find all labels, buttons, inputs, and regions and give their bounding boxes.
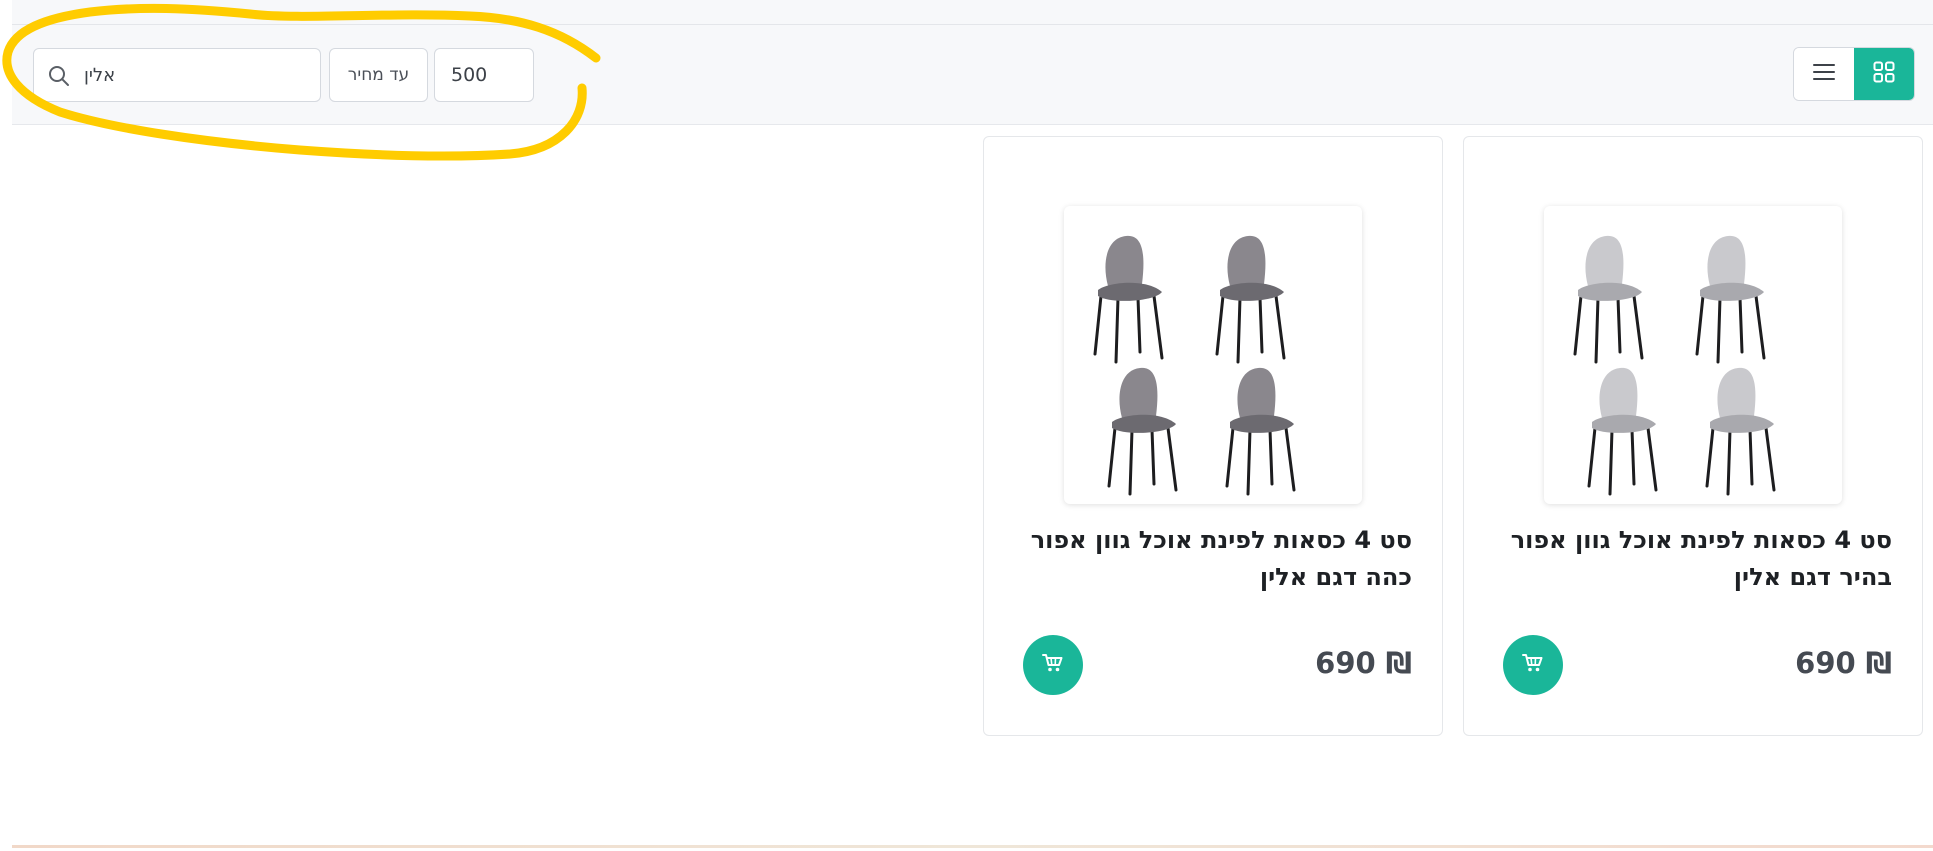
product-title[interactable]: סט 4 כסאות לפינת אוכל גוון אפור כהה דגם …: [1012, 522, 1412, 596]
add-to-cart-button[interactable]: [1023, 635, 1083, 695]
search-value: אלין: [84, 65, 116, 86]
cart-icon: [1522, 653, 1544, 677]
grid-view-button[interactable]: [1854, 48, 1914, 100]
list-view-button[interactable]: [1794, 48, 1854, 100]
grid-icon: [1873, 61, 1895, 87]
max-price-input[interactable]: 500: [434, 48, 534, 102]
chairs-image: [1093, 235, 1296, 496]
product-image[interactable]: [1064, 206, 1362, 504]
product-card[interactable]: סט 4 כסאות לפינת אוכל גוון אפור בהיר דגם…: [1463, 136, 1923, 736]
cart-icon: [1042, 653, 1064, 677]
page: אלין עד מחיר 500 סט 4 כסאות לפינת אוכל ג…: [0, 0, 1933, 851]
footer-divider: [12, 845, 1933, 848]
max-price-label: עד מחיר: [329, 48, 428, 102]
view-toggle: [1793, 47, 1915, 101]
product-image[interactable]: [1544, 206, 1842, 504]
top-bar: [12, 0, 1933, 25]
search-icon[interactable]: [47, 64, 71, 88]
chairs-image: [1573, 235, 1776, 496]
list-icon: [1813, 63, 1835, 85]
add-to-cart-button[interactable]: [1503, 635, 1563, 695]
product-price: 690 ₪: [1795, 646, 1892, 680]
product-price: 690 ₪: [1315, 646, 1412, 680]
product-card[interactable]: סט 4 כסאות לפינת אוכל גוון אפור כהה דגם …: [983, 136, 1443, 736]
search-field[interactable]: אלין: [33, 48, 321, 102]
product-title[interactable]: סט 4 כסאות לפינת אוכל גוון אפור בהיר דגם…: [1492, 522, 1892, 596]
